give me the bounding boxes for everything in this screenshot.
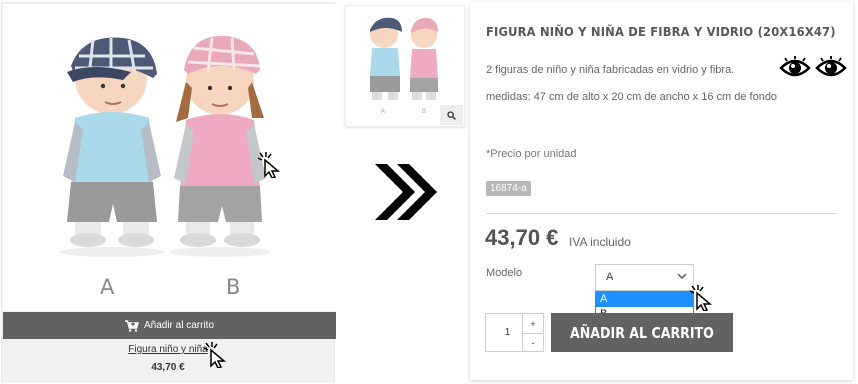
- add-to-cart-button[interactable]: AÑADIR AL CARRITO: [551, 313, 733, 352]
- cart-icon: [124, 319, 139, 332]
- unit-price-note: *Precio por unidad: [486, 148, 577, 160]
- reference-badge: 16874-a: [486, 181, 531, 196]
- thumbnail-label-b: B: [422, 109, 427, 115]
- eye-icon: [779, 56, 811, 77]
- pointer-cursor-icon: [257, 152, 281, 178]
- quantity-decrease-button[interactable]: -: [523, 333, 543, 352]
- model-label: Modelo: [486, 267, 523, 279]
- girl-figure: [170, 35, 270, 257]
- thumbnail-figures: [370, 17, 438, 100]
- add-to-cart-label: AÑADIR AL CARRITO: [570, 323, 714, 342]
- card-product-name-link[interactable]: Figura niño y niña: [2, 344, 334, 355]
- preview-icons: [779, 56, 847, 80]
- boy-figure: [60, 37, 164, 257]
- chevron-down-icon: [677, 273, 687, 279]
- card-price: 43,70 €: [151, 362, 185, 373]
- card-add-to-cart-label: Añadir al carrito: [143, 320, 215, 331]
- quantity-increase-button[interactable]: +: [523, 314, 543, 333]
- divider: [486, 213, 837, 214]
- eye-icon: [815, 56, 847, 77]
- pointer-cursor-icon: [203, 342, 227, 368]
- product-description: 2 figuras de niño y niña fabricadas en v…: [486, 64, 735, 76]
- quantity-stepper: + -: [522, 313, 544, 352]
- tax-label: IVA incluido: [569, 235, 631, 249]
- figure-label-b: B: [226, 275, 241, 299]
- model-option-a[interactable]: A: [596, 292, 693, 307]
- pointer-cursor-icon: [689, 285, 713, 311]
- product-measures: medidas: 47 cm de alto x 20 cm de ancho …: [486, 91, 778, 103]
- product-price: 43,70 €: [485, 225, 559, 250]
- product-card: A B Añadir al carrito Figura niño y niña…: [1, 2, 336, 382]
- product-title: FIGURA NIÑO Y NIÑA DE FIBRA Y VIDRIO (20…: [486, 24, 836, 39]
- zoom-button[interactable]: [440, 105, 463, 125]
- gallery-thumbnail[interactable]: A B: [345, 5, 465, 127]
- model-selected-value: A: [606, 271, 614, 283]
- product-details-panel: FIGURA NIÑO Y NIÑA DE FIBRA Y VIDRIO (20…: [470, 2, 853, 380]
- card-add-to-cart-button[interactable]: Añadir al carrito: [3, 312, 336, 339]
- model-select[interactable]: A: [595, 264, 694, 291]
- thumbnail-label-a: A: [381, 109, 386, 115]
- product-image[interactable]: A B: [3, 4, 335, 311]
- magnifier-icon: [447, 110, 456, 120]
- double-chevron-right-icon: [375, 164, 437, 220]
- figure-label-a: A: [100, 275, 115, 299]
